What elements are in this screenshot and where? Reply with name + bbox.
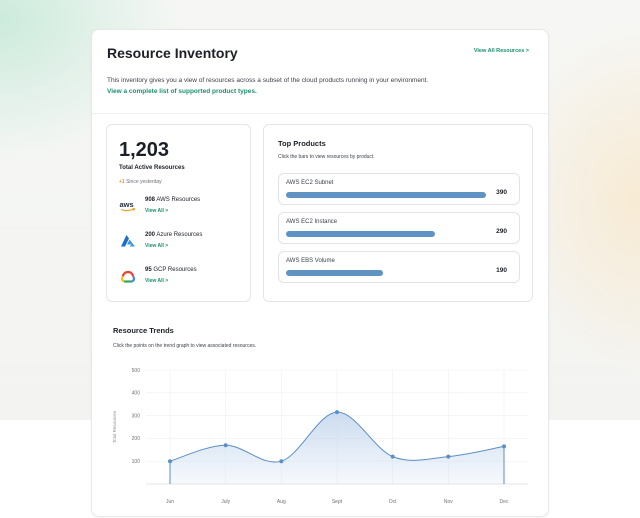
- x-tick-label: July: [221, 499, 230, 505]
- product-value: 190: [496, 267, 507, 274]
- resource-trend-chart: 100 200 300 400 500 Jun July Aug Sept Oct Nov Dec To…: [112, 368, 528, 505]
- provider-gcp-count: 95: [145, 267, 152, 273]
- product-row-ec2-instance[interactable]: AWS EC2 Instance 290: [278, 212, 520, 244]
- trend-point[interactable]: [446, 454, 451, 459]
- delta-row: +1 Since yesterday: [119, 179, 162, 185]
- product-bar[interactable]: [286, 231, 435, 237]
- trend-point[interactable]: [335, 410, 339, 415]
- delta-label: Since yesterday: [126, 179, 162, 185]
- provider-gcp-label: GCP Resources: [153, 267, 197, 273]
- x-tick-label: Nov: [444, 499, 453, 505]
- trend-point[interactable]: [390, 454, 395, 459]
- product-bar-track: [286, 192, 486, 198]
- aws-logo-icon: aws: [120, 200, 136, 212]
- y-tick-label: 500: [132, 368, 141, 374]
- y-axis-label: Total Resources: [112, 410, 117, 443]
- top-products-subtitle: Click the bars to view resources by prod…: [278, 154, 375, 160]
- delta-value: +1: [119, 179, 125, 185]
- top-products-title: Top Products: [278, 139, 326, 148]
- x-tick-label: Sept: [332, 499, 343, 505]
- product-bar-track: [286, 231, 486, 237]
- trend-area: [170, 412, 504, 484]
- x-tick-label: Jun: [166, 499, 174, 505]
- y-tick-label: 400: [132, 391, 141, 397]
- top-products-panel: Top Products Click the bars to view reso…: [263, 124, 533, 302]
- trend-point[interactable]: [168, 459, 172, 464]
- x-tick-label: Oct: [389, 499, 397, 505]
- total-resources-count: 1,203: [119, 139, 170, 161]
- trend-point[interactable]: [279, 459, 284, 464]
- provider-azure-view-all[interactable]: View All >: [145, 243, 168, 249]
- trends-subtitle: Click the points on the trend graph to v…: [113, 343, 257, 349]
- provider-gcp: 95 GCP Resources View All >: [119, 267, 244, 291]
- provider-azure-text: 200 Azure Resources: [145, 232, 202, 238]
- y-tick-label: 100: [132, 459, 141, 465]
- x-tick-label: Dec: [500, 499, 509, 505]
- provider-gcp-text: 95 GCP Resources: [145, 267, 197, 273]
- x-tick-label: Aug: [277, 499, 286, 505]
- view-all-resources-link[interactable]: View All Resources >: [474, 48, 529, 54]
- y-tick-label: 200: [132, 436, 141, 442]
- product-row-ebs-volume[interactable]: AWS EBS Volume 190: [278, 251, 520, 283]
- gcp-logo-icon: [120, 270, 136, 283]
- provider-azure-label: Azure Resources: [156, 232, 203, 238]
- product-bar-track: [286, 270, 486, 276]
- product-value: 390: [496, 189, 507, 196]
- resource-inventory-card: Resource Inventory View All Resources > …: [91, 29, 549, 517]
- inventory-description: This inventory gives you a view of resou…: [107, 77, 429, 84]
- svg-text:aws: aws: [120, 200, 134, 209]
- trend-point[interactable]: [502, 444, 506, 449]
- provider-azure: 200 Azure Resources View All >: [119, 232, 244, 256]
- y-tick-label: 300: [132, 413, 141, 419]
- provider-aws-text: 908 AWS Resources: [145, 197, 200, 203]
- product-name: AWS EC2 Instance: [286, 219, 338, 225]
- product-name: AWS EBS Volume: [286, 258, 335, 264]
- azure-logo-icon: [121, 235, 135, 247]
- totals-panel: 1,203 Total Active Resources +1 Since ye…: [106, 124, 251, 302]
- product-bar[interactable]: [286, 192, 486, 198]
- trend-point[interactable]: [223, 443, 228, 448]
- provider-azure-count: 200: [145, 232, 156, 238]
- provider-aws-label: AWS Resources: [156, 197, 201, 203]
- product-value: 290: [496, 228, 507, 235]
- trends-title: Resource Trends: [113, 326, 174, 335]
- product-bar[interactable]: [286, 270, 384, 276]
- provider-aws-count: 908: [145, 197, 156, 203]
- page-title: Resource Inventory: [107, 45, 238, 61]
- product-name: AWS EC2 Subnet: [286, 180, 334, 186]
- product-row-ec2-subnet[interactable]: AWS EC2 Subnet 390: [278, 173, 520, 205]
- provider-gcp-view-all[interactable]: View All >: [145, 278, 168, 284]
- provider-aws-view-all[interactable]: View All >: [145, 208, 168, 214]
- provider-aws: aws 908 AWS Resources View All >: [119, 197, 244, 221]
- supported-products-link[interactable]: View a complete list of supported produc…: [107, 88, 257, 95]
- total-resources-label: Total Active Resources: [119, 165, 185, 171]
- card-header: Resource Inventory View All Resources > …: [92, 30, 548, 114]
